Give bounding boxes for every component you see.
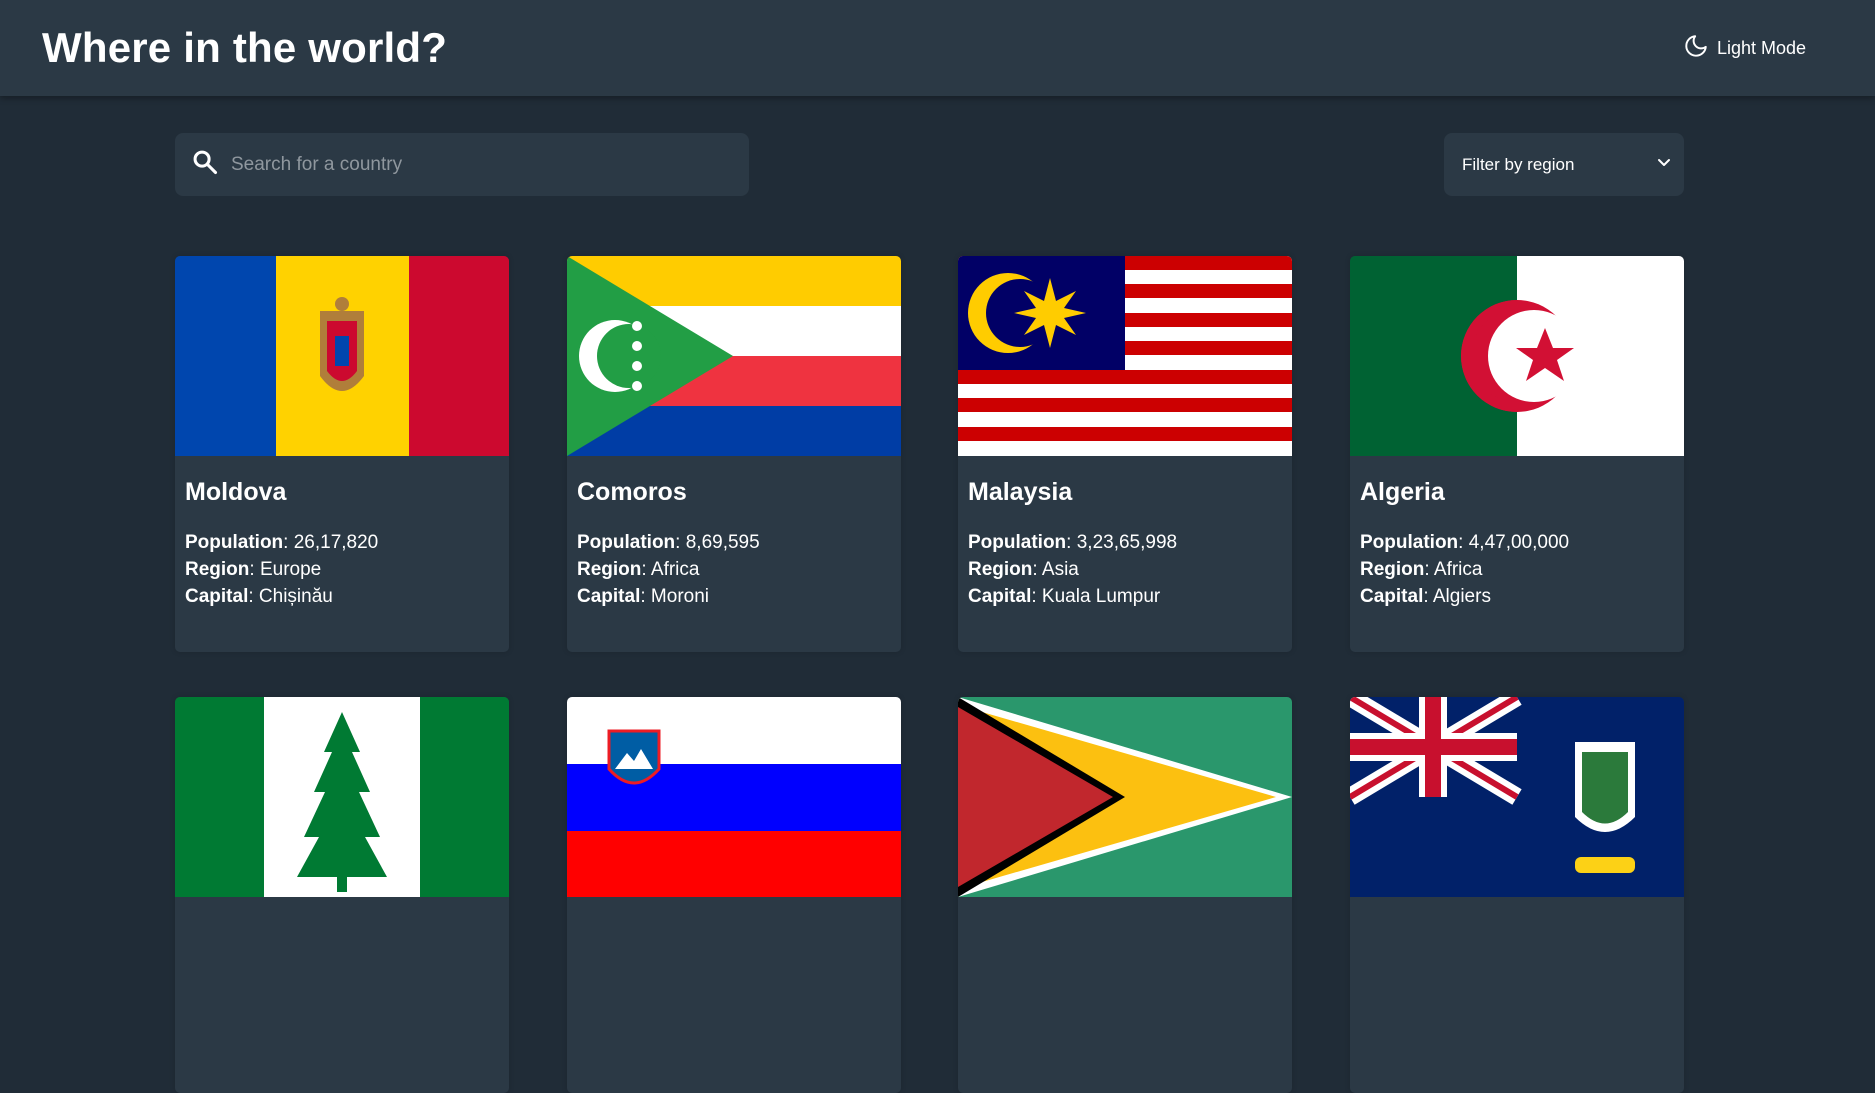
chevron-down-icon bbox=[1656, 154, 1672, 175]
moldova-flag bbox=[175, 256, 509, 456]
region-value: Africa bbox=[650, 559, 700, 580]
comoros-flag bbox=[567, 256, 901, 456]
country-card[interactable] bbox=[567, 697, 901, 1093]
capital-value: Algiers bbox=[1432, 586, 1491, 607]
region-value: Europe bbox=[259, 559, 322, 580]
country-card[interactable]: Comoros Population: 8,69,595 Region: Afr… bbox=[567, 256, 901, 652]
search-input[interactable] bbox=[231, 133, 749, 196]
population-value: 3,23,65,998 bbox=[1076, 532, 1178, 553]
country-card[interactable] bbox=[1350, 697, 1684, 1093]
page-title: Where in the world? bbox=[42, 24, 448, 71]
south-georgia-flag bbox=[1350, 697, 1684, 897]
region-row: Region: Africa bbox=[577, 559, 700, 580]
malaysia-flag bbox=[958, 256, 1292, 456]
algeria-flag bbox=[1350, 256, 1684, 456]
guyana-flag bbox=[958, 697, 1292, 897]
country-name: Malaysia bbox=[968, 478, 1073, 506]
country-name: Moldova bbox=[185, 478, 287, 506]
filter-label: Filter by region bbox=[1462, 154, 1575, 174]
population-value: 26,17,820 bbox=[293, 532, 379, 553]
capital-value: Moroni bbox=[650, 586, 709, 607]
population-row: Population: 3,23,65,998 bbox=[968, 532, 1178, 553]
population-value: 4,47,00,000 bbox=[1468, 532, 1570, 553]
app-header: Where in the world? Light Mode bbox=[0, 0, 1875, 96]
population-value: 8,69,595 bbox=[685, 532, 760, 553]
country-card[interactable]: Moldova Population: 26,17,820 Region: Eu… bbox=[175, 256, 509, 652]
search-icon bbox=[191, 148, 219, 181]
country-card[interactable] bbox=[958, 697, 1292, 1093]
region-row: Region: Africa bbox=[1360, 559, 1483, 580]
norfolk-island-flag bbox=[175, 697, 509, 897]
region-value: Africa bbox=[1433, 559, 1483, 580]
population-row: Population: 8,69,595 bbox=[577, 532, 760, 553]
country-card[interactable]: Algeria Population: 4,47,00,000 Region: … bbox=[1350, 256, 1684, 652]
region-value: Asia bbox=[1041, 559, 1079, 580]
slovenia-flag bbox=[567, 697, 901, 897]
country-card[interactable]: Malaysia Population: 3,23,65,998 Region:… bbox=[958, 256, 1292, 652]
capital-row: Capital: Kuala Lumpur bbox=[968, 586, 1161, 607]
region-row: Region: Europe bbox=[185, 559, 322, 580]
country-name: Comoros bbox=[577, 478, 687, 506]
theme-toggle-button[interactable]: Light Mode bbox=[1683, 33, 1806, 64]
theme-toggle-label: Light Mode bbox=[1716, 37, 1806, 58]
moon-icon bbox=[1683, 33, 1709, 64]
capital-value: Chișinău bbox=[258, 586, 333, 607]
capital-row: Capital: Moroni bbox=[577, 586, 709, 607]
capital-value: Kuala Lumpur bbox=[1041, 586, 1161, 607]
population-row: Population: 26,17,820 bbox=[185, 532, 379, 553]
capital-row: Capital: Chișinău bbox=[185, 586, 333, 607]
region-filter-select[interactable]: Filter by region bbox=[1444, 133, 1684, 196]
country-name: Algeria bbox=[1360, 478, 1445, 506]
region-row: Region: Asia bbox=[968, 559, 1079, 580]
capital-row: Capital: Algiers bbox=[1360, 586, 1491, 607]
search-box[interactable] bbox=[175, 133, 749, 196]
population-row: Population: 4,47,00,000 bbox=[1360, 532, 1570, 553]
country-card[interactable] bbox=[175, 697, 509, 1093]
